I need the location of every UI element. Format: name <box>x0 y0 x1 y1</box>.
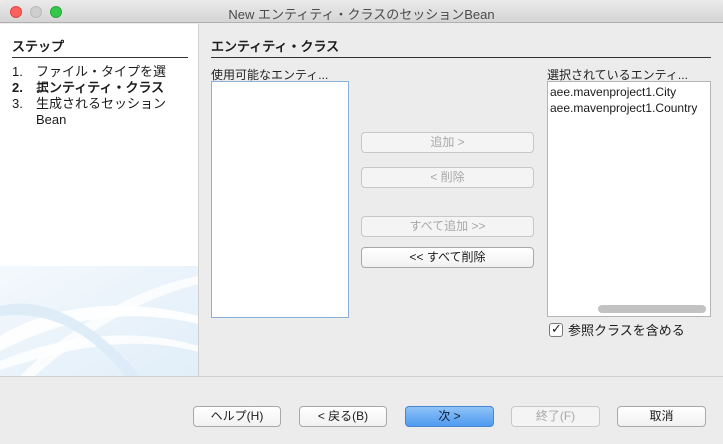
remove-all-button[interactable]: << すべて削除 <box>361 247 534 268</box>
include-referenced-checkbox[interactable] <box>549 321 563 337</box>
title-bar: New エンティティ・クラスのセッションBean <box>0 0 723 23</box>
next-button[interactable]: 次 > <box>405 406 494 427</box>
steps-panel: ステップ 1. ファイル・タイプを選択 2. エンティティ・クラス 3. 生成されるセ… <box>0 24 199 376</box>
steps-heading: ステップ <box>12 36 188 58</box>
finish-button[interactable]: 終了(F) <box>511 406 600 427</box>
dialog-window: New エンティティ・クラスのセッションBean ステップ 1. ファイル・タイプ… <box>0 0 723 444</box>
step-item-active: 2. エンティティ・クラス <box>12 80 176 96</box>
include-referenced-label: 参照クラスを含める <box>568 323 685 338</box>
back-button[interactable]: < 戻る(B) <box>299 406 387 427</box>
remove-button[interactable]: < 削除 <box>361 167 534 188</box>
step-item: 3. 生成されるセッションBean <box>12 96 166 128</box>
list-item[interactable]: aee.mavenproject1.City <box>548 84 710 100</box>
footer-divider <box>0 376 723 377</box>
window-title: New エンティティ・クラスのセッションBean <box>228 7 495 22</box>
step-number: 1. <box>12 64 23 79</box>
decorative-swoosh-graphic <box>0 266 198 376</box>
step-label: 生成されるセッションBean <box>36 96 167 127</box>
cancel-button[interactable]: 取消 <box>617 406 706 427</box>
step-number: 3. <box>12 96 23 111</box>
add-button[interactable]: 追加 > <box>361 132 534 153</box>
help-button[interactable]: ヘルプ(H) <box>193 406 281 427</box>
include-referenced-classes-option[interactable]: 参照クラスを含める <box>549 320 685 339</box>
available-entities-list[interactable] <box>211 81 349 318</box>
step-number: 2. <box>12 80 23 95</box>
add-all-button[interactable]: すべて追加 >> <box>361 216 534 237</box>
step-label: エンティティ・クラス <box>36 80 165 95</box>
list-item[interactable]: aee.mavenproject1.Country <box>548 100 710 116</box>
horizontal-scrollbar[interactable] <box>598 305 706 313</box>
content-heading: エンティティ・クラス <box>211 36 711 58</box>
selected-entities-list[interactable]: aee.mavenproject1.City aee.mavenproject1… <box>547 81 711 317</box>
